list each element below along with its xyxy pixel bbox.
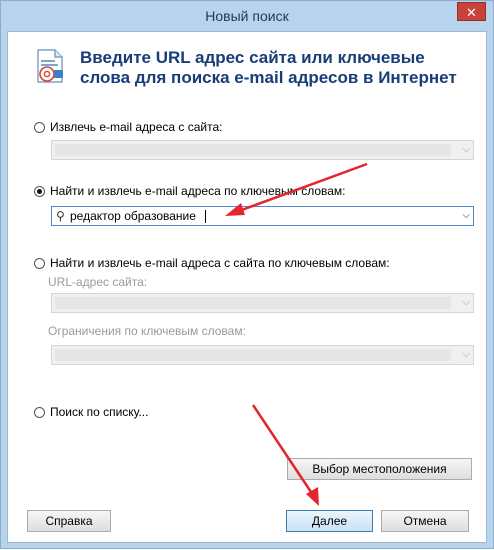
url-label: URL-адрес сайта:: [48, 275, 148, 289]
chevron-down-icon[interactable]: ⌵: [462, 349, 470, 360]
combo-field: [55, 144, 451, 156]
keywords-combo[interactable]: ⚲ редактор образование ⌵: [51, 206, 474, 226]
magnifier-icon: ⚲: [56, 209, 65, 223]
radio-label: Найти и извлечь e-mail адреса с сайта по…: [50, 256, 390, 270]
radio-label: Найти и извлечь e-mail адреса по ключевы…: [50, 184, 346, 198]
dialog-window: Новый поиск ✕ Введите URL адрес сайта ил…: [0, 0, 494, 549]
site-url-combo-2[interactable]: ⌵: [51, 293, 474, 313]
title-bar[interactable]: Новый поиск ✕: [1, 1, 493, 31]
choose-location-button[interactable]: Выбор местоположения: [287, 458, 472, 480]
email-search-icon: [37, 49, 63, 83]
combo-field: [55, 297, 451, 309]
radio-button[interactable]: [34, 406, 45, 418]
cancel-button[interactable]: Отмена: [381, 510, 469, 532]
chevron-down-icon[interactable]: ⌵: [462, 297, 470, 308]
radio-search-by-list[interactable]: Поиск по списку...: [34, 405, 148, 419]
site-url-combo[interactable]: ⌵: [51, 140, 474, 160]
radio-extract-from-site[interactable]: Извлечь e-mail адреса с сайта:: [34, 120, 222, 134]
header-instruction: Введите URL адрес сайта или ключевые сло…: [80, 48, 457, 87]
radio-label: Поиск по списку...: [50, 405, 149, 419]
chevron-down-icon[interactable]: ⌵: [462, 210, 470, 221]
keywords-limit-label: Ограничения по ключевым словам:: [48, 324, 246, 338]
radio-button[interactable]: [34, 185, 45, 197]
keywords-input[interactable]: редактор образование: [70, 209, 196, 223]
dialog-client-area: Введите URL адрес сайта или ключевые сло…: [7, 31, 487, 543]
radio-button[interactable]: [34, 121, 45, 133]
close-button[interactable]: ✕: [457, 2, 486, 21]
radio-find-by-keywords[interactable]: Найти и извлечь e-mail адреса по ключевы…: [34, 184, 346, 198]
next-button[interactable]: Далее: [286, 510, 373, 532]
text-caret: [205, 210, 206, 223]
combo-field: [55, 349, 451, 361]
chevron-down-icon[interactable]: ⌵: [462, 144, 470, 155]
keywords-limit-combo[interactable]: ⌵: [51, 345, 474, 365]
close-icon: ✕: [466, 5, 477, 20]
radio-site-and-keywords[interactable]: Найти и извлечь e-mail адреса с сайта по…: [34, 256, 390, 270]
window-title: Новый поиск: [205, 8, 289, 24]
help-button[interactable]: Справка: [27, 510, 111, 532]
radio-button[interactable]: [34, 257, 45, 269]
radio-label: Извлечь e-mail адреса с сайта:: [50, 120, 223, 134]
